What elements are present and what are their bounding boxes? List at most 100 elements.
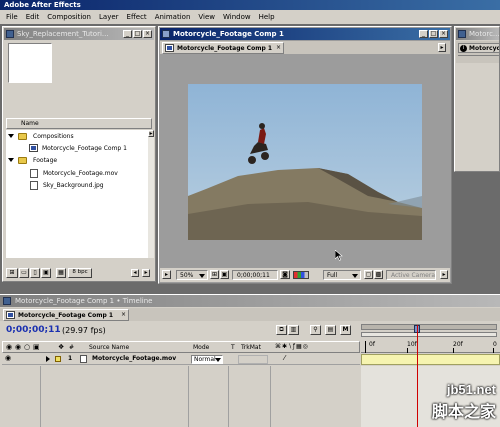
toggle-switches-icon[interactable]: ▥: [288, 325, 299, 335]
comp-marker-icon[interactable]: ⧉: [276, 325, 287, 335]
layer-source-name[interactable]: Motorcycle_Footage.mov: [92, 355, 176, 362]
time-navigator[interactable]: [361, 332, 497, 337]
frame-blending-icon[interactable]: ▤: [325, 325, 336, 335]
region-of-interest-icon[interactable]: ▢: [364, 270, 373, 279]
comp-viewer[interactable]: [160, 55, 450, 269]
shy-layers-icon[interactable]: ⚲: [310, 325, 321, 335]
list-item[interactable]: Footage: [6, 154, 148, 166]
transparency-grid-icon[interactable]: ▩: [374, 270, 383, 279]
comp-scroll-right-arrow-icon[interactable]: ▸: [440, 270, 448, 279]
time-ruler[interactable]: 0f 10f 20f 0: [361, 325, 500, 353]
column-t: T: [231, 344, 235, 351]
column-mode: Mode: [193, 344, 210, 351]
close-button[interactable]: ×: [143, 30, 152, 38]
tab-timeline-comp[interactable]: Motorcycle_Footage Comp 1 ×: [3, 309, 129, 321]
layer-number: 1: [68, 355, 73, 362]
timeline-current-time[interactable]: 0;00;00;11: [6, 325, 61, 335]
resolution-value: Full: [327, 272, 338, 279]
footage-file-icon: [30, 168, 38, 178]
ruler-label-20f: 20f: [453, 341, 463, 348]
list-item[interactable]: Motorcycle_Footage Comp 1: [6, 142, 148, 154]
tab-comp[interactable]: Motorcycle_Footage Comp 1 ×: [162, 42, 284, 54]
watermark-site: jb51.net: [446, 382, 496, 397]
close-tab-icon[interactable]: ×: [276, 44, 281, 51]
safe-zones-icon[interactable]: ⊞: [210, 270, 219, 279]
layer-video-icon[interactable]: ◉: [5, 354, 11, 362]
grid-icon[interactable]: ▣: [220, 270, 229, 279]
app-title-bar: Adobe After Effects: [0, 0, 500, 10]
menu-layer[interactable]: Layer: [99, 13, 119, 21]
list-item-label: Motorcycle_Footage.mov: [43, 169, 118, 177]
layer-mode-dropdown[interactable]: Normal: [191, 355, 223, 364]
work-area-bar[interactable]: [361, 324, 497, 330]
maximize-button[interactable]: □: [133, 30, 142, 38]
maximize-button[interactable]: □: [429, 30, 438, 38]
menu-animation[interactable]: Animation: [155, 13, 191, 21]
menu-file[interactable]: File: [6, 13, 18, 21]
channels-icon[interactable]: [293, 271, 309, 279]
column-num: #: [69, 344, 75, 351]
menu-effect[interactable]: Effect: [127, 13, 147, 21]
list-item-label: Motorcycle_Footage Comp 1: [42, 144, 127, 152]
layer-mode-value: Normal: [194, 356, 216, 363]
list-item[interactable]: Compositions: [6, 130, 148, 142]
layer-expand-arrow-icon[interactable]: [46, 356, 50, 362]
delete-icon[interactable]: ▦: [56, 268, 66, 278]
find-icon[interactable]: ⊞: [6, 268, 18, 278]
footage-file-icon: [80, 355, 87, 363]
bit-depth-button[interactable]: 8 bpc: [68, 268, 92, 278]
project-item-list: Compositions Motorcycle_Footage Comp 1 F…: [6, 130, 148, 258]
solo-switch-icon[interactable]: ○: [24, 343, 30, 351]
current-time-indicator-line[interactable]: [417, 325, 418, 427]
project-column-header[interactable]: Name: [6, 118, 152, 129]
composition-window: Motorcycle_Footage Comp 1 _ □ × Motorcyc…: [158, 26, 452, 284]
list-item-label: Footage: [33, 156, 58, 164]
close-button[interactable]: ×: [439, 30, 448, 38]
new-folder-icon[interactable]: ▯: [30, 268, 40, 278]
scroll-left-arrow-icon[interactable]: ◂: [131, 269, 139, 277]
layer-duration-bar[interactable]: [361, 354, 500, 365]
menu-edit[interactable]: Edit: [26, 13, 40, 21]
expand-arrow-icon[interactable]: [8, 158, 14, 162]
menu-window[interactable]: Window: [223, 13, 251, 21]
ruler-tick: [407, 348, 408, 353]
column-divider: [40, 366, 41, 427]
layer-label-color-icon[interactable]: [55, 356, 61, 362]
motion-blur-icon[interactable]: M: [340, 325, 351, 335]
scroll-right-arrow-icon[interactable]: ▸: [142, 269, 150, 277]
new-composition-icon[interactable]: ▣: [41, 268, 51, 278]
list-item[interactable]: Motorcycle_Footage.mov: [6, 167, 148, 179]
project-preview-area: [4, 41, 154, 117]
menu-composition[interactable]: Composition: [47, 13, 91, 21]
close-tab-icon[interactable]: ×: [121, 311, 126, 318]
video-switch-icon[interactable]: ◉: [6, 343, 12, 351]
scroll-up-arrow-icon[interactable]: ▸: [148, 130, 154, 137]
current-time-display[interactable]: 0;00;00;11: [232, 270, 278, 280]
trkmat-cell[interactable]: [238, 355, 268, 364]
camera-dropdown[interactable]: Active Camera: [386, 270, 436, 280]
footage-frame: [188, 84, 422, 240]
current-time-value: 0;00;00;11: [237, 272, 270, 279]
audio-switch-icon[interactable]: ◉: [15, 343, 21, 351]
layer-quality-icon[interactable]: ⁄: [284, 354, 285, 362]
resolution-dropdown[interactable]: Full: [323, 270, 361, 280]
interpret-footage-icon[interactable]: ▭: [19, 268, 29, 278]
image-file-icon: [30, 180, 38, 190]
comp-toolbar: ▸ 50% ⊞ ▣ 0;00;00;11 ◙ Full ▢ ▩ Active C…: [160, 268, 450, 282]
right-panel-tabs: i Motorcyc...: [456, 41, 500, 63]
expand-arrow-icon[interactable]: [8, 134, 14, 138]
minimize-button[interactable]: _: [123, 30, 132, 38]
preview-toggle-icon[interactable]: ▸: [162, 270, 171, 279]
timeline-titlebar: Motorcycle_Footage Comp 1 • Timeline: [0, 295, 500, 307]
project-scrollbar[interactable]: ▸: [148, 130, 154, 258]
zoom-dropdown[interactable]: 50%: [176, 270, 208, 280]
snapshot-icon[interactable]: ◙: [280, 270, 290, 279]
list-item[interactable]: Sky_Background.jpg: [6, 179, 148, 191]
table-row[interactable]: ◉ 1 Motorcycle_Footage.mov Normal ⁄: [2, 354, 360, 365]
minimize-button[interactable]: _: [419, 30, 428, 38]
menu-help[interactable]: Help: [259, 13, 275, 21]
lock-icon[interactable]: ▣: [33, 343, 40, 351]
menu-view[interactable]: View: [198, 13, 215, 21]
panel-menu-arrow-icon[interactable]: ▸: [438, 43, 446, 52]
tab-info[interactable]: i Motorcyc...: [458, 43, 500, 53]
